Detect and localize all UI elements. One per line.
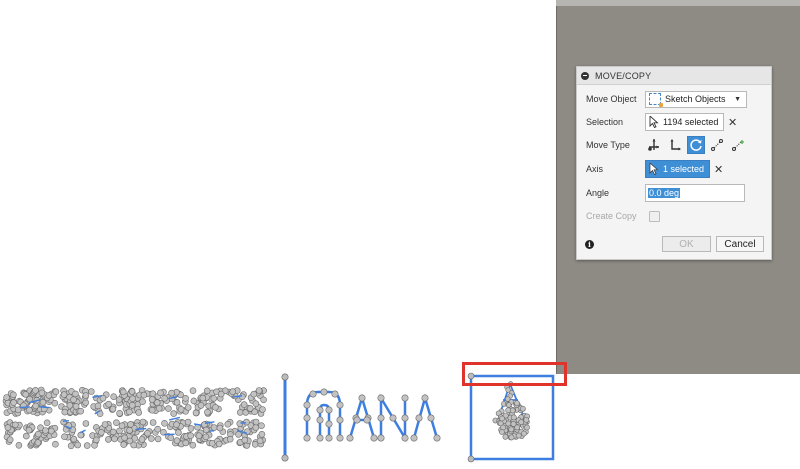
move-object-dropdown[interactable]: Sketch Objects ▼ (645, 90, 747, 108)
chevron-down-icon: ▼ (734, 95, 741, 103)
point-to-position-icon[interactable] (729, 136, 747, 154)
move-object-label: Move Object (586, 94, 637, 104)
highlight-annotation-box (462, 362, 567, 386)
angle-row: Angle 0.0 deg (577, 183, 771, 203)
cursor-arrow-icon (649, 163, 659, 175)
sketch-box-points (492, 381, 530, 441)
cancel-button[interactable]: Cancel (716, 236, 764, 252)
move-type-label: Move Type (586, 140, 630, 150)
ok-button[interactable]: OK (662, 236, 711, 252)
sketch-vertical-line (281, 373, 289, 462)
clear-selection-close-icon[interactable]: ✕ (728, 116, 737, 129)
angle-input[interactable]: 0.0 deg (645, 184, 745, 202)
move-type-row: Move Type (577, 135, 771, 155)
cursor-arrow-icon (649, 116, 659, 128)
sketch-objects-icon (649, 93, 663, 107)
viewport-top-strip (556, 0, 800, 6)
free-move-icon[interactable] (645, 136, 663, 154)
move-object-value: Sketch Objects (665, 94, 726, 104)
point-to-point-icon[interactable] (708, 136, 726, 154)
clear-axis-close-icon[interactable]: ✕ (714, 163, 723, 176)
dialog-title: MOVE/COPY (595, 70, 652, 81)
create-copy-row: Create Copy (577, 206, 771, 226)
selection-row: Selection 1194 selected ✕ (577, 112, 771, 132)
dialog-header[interactable]: MOVE/COPY (577, 67, 771, 85)
move-copy-dialog: MOVE/COPY Move Object Sketch Objects ▼ S… (576, 66, 772, 260)
axis-selection-button[interactable]: 1 selected (645, 160, 711, 178)
axis-row: Axis 1 selected ✕ (577, 159, 771, 179)
selection-label: Selection (586, 117, 624, 127)
angle-value: 0.0 deg (648, 188, 681, 198)
selection-button[interactable]: 1194 selected (645, 113, 725, 131)
sketch-canvas[interactable] (0, 355, 800, 469)
angle-label: Angle (586, 188, 610, 198)
axis-value: 1 selected (663, 164, 705, 174)
move-type-group (645, 136, 747, 154)
create-copy-checkbox[interactable] (649, 210, 660, 222)
info-icon[interactable]: i (585, 240, 594, 249)
move-object-row: Move Object Sketch Objects ▼ (577, 89, 771, 109)
create-copy-label: Create Copy (586, 211, 637, 221)
rotate-icon[interactable] (687, 136, 705, 154)
translate-icon[interactable] (666, 136, 684, 154)
sketch-text-points-left (2, 386, 267, 450)
selection-value: 1194 selected (663, 117, 719, 127)
axis-label: Axis (586, 164, 604, 174)
collapse-icon[interactable] (581, 71, 589, 80)
